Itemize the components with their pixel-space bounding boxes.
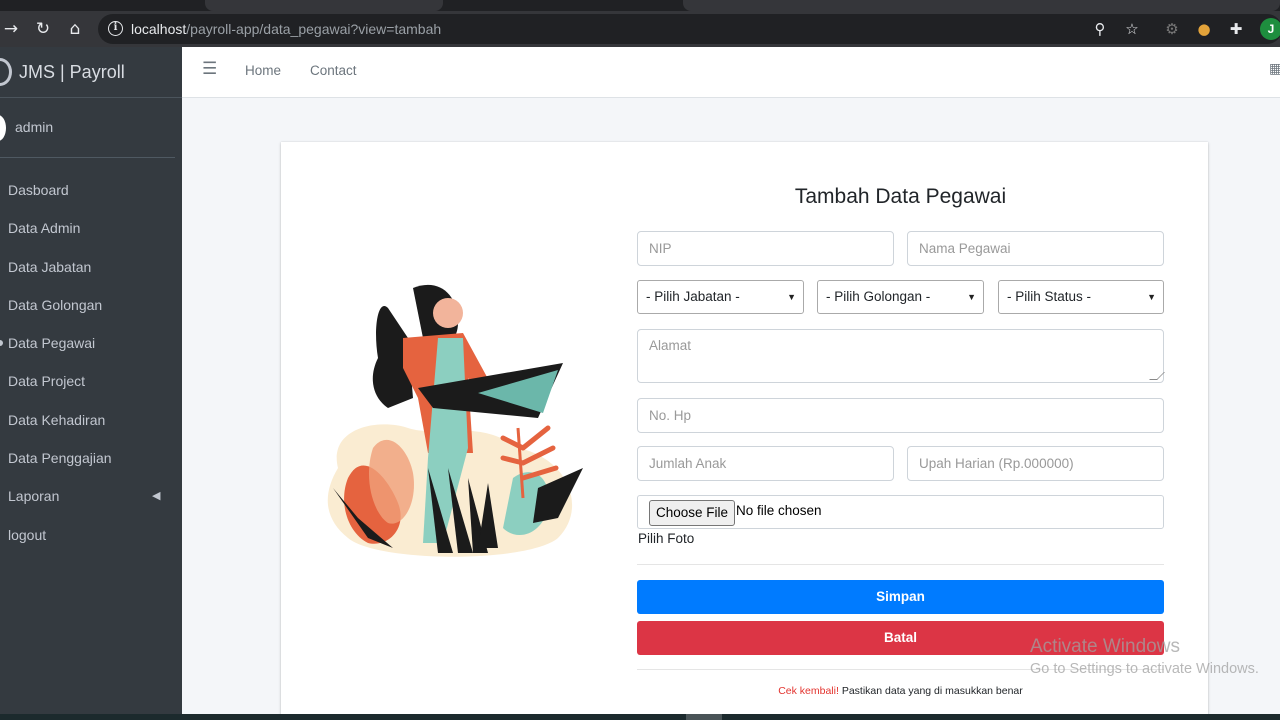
status-select-value: - Pilih Status -: [1007, 289, 1092, 304]
top-navbar: ☰ Home Contact ▦: [182, 47, 1280, 98]
avatar: [0, 115, 6, 141]
alamat-textarea[interactable]: Alamat: [637, 329, 1165, 383]
forward-icon[interactable]: →: [0, 18, 22, 40]
sidebar-item-label: Data Penggajian: [8, 450, 112, 467]
sidebar-item-data-jabatan[interactable]: Data Jabatan: [0, 248, 182, 286]
nama-pegawai-input[interactable]: Nama Pegawai: [907, 231, 1164, 266]
browser-tab[interactable]: [683, 0, 1280, 11]
active-dot-icon: [0, 340, 3, 347]
form-title: Tambah Data Pegawai: [794, 185, 1007, 208]
status-select[interactable]: - Pilih Status - ▼: [998, 280, 1164, 314]
resize-handle-icon[interactable]: [1149, 372, 1165, 380]
taskbar: [0, 714, 1280, 720]
woman-reading-illustration: [327, 284, 583, 557]
windows-activation-watermark: Activate Windows: [1030, 636, 1180, 657]
user-name[interactable]: admin: [15, 119, 53, 135]
upah-harian-input[interactable]: Upah Harian (Rp.000000): [907, 446, 1164, 481]
sidebar-item-data-golongan[interactable]: Data Golongan: [0, 286, 182, 324]
nip-input[interactable]: NIP: [637, 231, 894, 266]
browser-toolbar: → ↻ ⌂ i localhost/payroll-app/data_pegaw…: [0, 11, 1280, 47]
nav-link-contact[interactable]: Contact: [310, 63, 357, 78]
jabatan-select-value: - Pilih Jabatan -: [646, 289, 740, 304]
reload-icon[interactable]: ↻: [32, 18, 54, 40]
sidebar-item-label: logout: [8, 526, 47, 543]
browser-tab[interactable]: [205, 0, 443, 11]
dropdown-arrow-icon: ▼: [787, 292, 796, 302]
sidebar-item-label: Data Pegawai: [8, 335, 96, 352]
sidebar-item-data-kehadiran[interactable]: Data Kehadiran: [0, 401, 182, 439]
sidebar-item-label: Data Jabatan: [8, 258, 92, 275]
save-button[interactable]: Simpan: [637, 580, 1164, 614]
sidebar-item-label: Dasboard: [8, 182, 69, 198]
brand-text: JMS | Payroll: [19, 62, 125, 82]
file-status-text: No file chosen: [736, 503, 822, 518]
alamat-placeholder: Alamat: [649, 338, 692, 353]
browser-tab-strip: [0, 0, 1280, 11]
dropdown-arrow-icon: ▼: [967, 292, 976, 302]
sidebar-item-data-project[interactable]: Data Project: [0, 362, 182, 400]
zoom-icon[interactable]: ⚲: [1090, 19, 1110, 39]
windows-activation-subtext: Go to Settings to activate Windows.: [1030, 661, 1259, 677]
nav-link-home[interactable]: Home: [245, 63, 281, 78]
sidebar-item-data-pegawai[interactable]: Data Pegawai: [0, 324, 182, 362]
sidebar-item-data-admin[interactable]: Data Admin: [0, 209, 182, 247]
profile-avatar[interactable]: J: [1260, 18, 1280, 40]
brand-link[interactable]: JMS | Payroll: [0, 47, 182, 98]
sidebar-item-laporan[interactable]: Laporan ◀: [0, 477, 182, 515]
grid-icon[interactable]: ▦: [1269, 61, 1280, 77]
sidebar-item-label: Data Admin: [8, 220, 81, 237]
note-warning: Cek kembali!: [778, 685, 839, 697]
golongan-select[interactable]: - Pilih Golongan - ▼: [817, 280, 984, 314]
extension-gear-icon[interactable]: ⚙: [1162, 19, 1182, 39]
sidebar: JMS | Payroll admin Dasboard Data Admin …: [0, 47, 182, 720]
jumlah-anak-input[interactable]: Jumlah Anak: [637, 446, 894, 481]
sidebar-item-label: Data Project: [8, 373, 86, 390]
chevron-left-icon: ◀: [152, 489, 161, 503]
choose-file-button[interactable]: Choose File: [649, 500, 736, 526]
file-help-text: Pilih Foto: [638, 531, 695, 546]
url-text[interactable]: localhost/payroll-app/data_pegawai?view=…: [131, 21, 441, 37]
address-bar[interactable]: i localhost/payroll-app/data_pegawai?vie…: [98, 14, 1280, 44]
sidebar-item-logout[interactable]: logout: [0, 516, 182, 554]
divider: [637, 564, 1164, 565]
brand-logo-icon: [0, 58, 12, 86]
star-icon[interactable]: ☆: [1122, 19, 1142, 39]
info-icon[interactable]: i: [108, 21, 123, 36]
sidebar-nav: Dasboard Data Admin Data Jabatan Data Go…: [0, 171, 182, 554]
jabatan-select[interactable]: - Pilih Jabatan - ▼: [637, 280, 804, 314]
taskbar-indicator[interactable]: [686, 714, 722, 720]
dropdown-arrow-icon: ▼: [1147, 292, 1156, 302]
cookie-icon[interactable]: ●: [1194, 19, 1214, 39]
form-note: Cek kembali! Pastikan data yang di masuk…: [637, 685, 1164, 697]
extensions-puzzle-icon[interactable]: ✚: [1226, 19, 1246, 39]
sidebar-item-data-penggajian[interactable]: Data Penggajian: [0, 439, 182, 477]
menu-toggle-icon[interactable]: ☰: [202, 59, 217, 79]
sidebar-item-label: Data Golongan: [8, 296, 103, 313]
sidebar-item-dasboard[interactable]: Dasboard: [0, 171, 182, 209]
home-icon[interactable]: ⌂: [64, 18, 86, 40]
sidebar-item-label: Data Kehadiran: [8, 411, 106, 428]
sidebar-item-label: Laporan: [8, 488, 60, 505]
foto-file-input[interactable]: Choose File No file chosen: [637, 495, 1164, 529]
golongan-select-value: - Pilih Golongan -: [826, 289, 931, 304]
user-panel[interactable]: admin: [0, 98, 175, 158]
no-hp-input[interactable]: No. Hp: [637, 398, 1164, 433]
note-text: Pastikan data yang di masukkan benar: [838, 685, 1023, 697]
